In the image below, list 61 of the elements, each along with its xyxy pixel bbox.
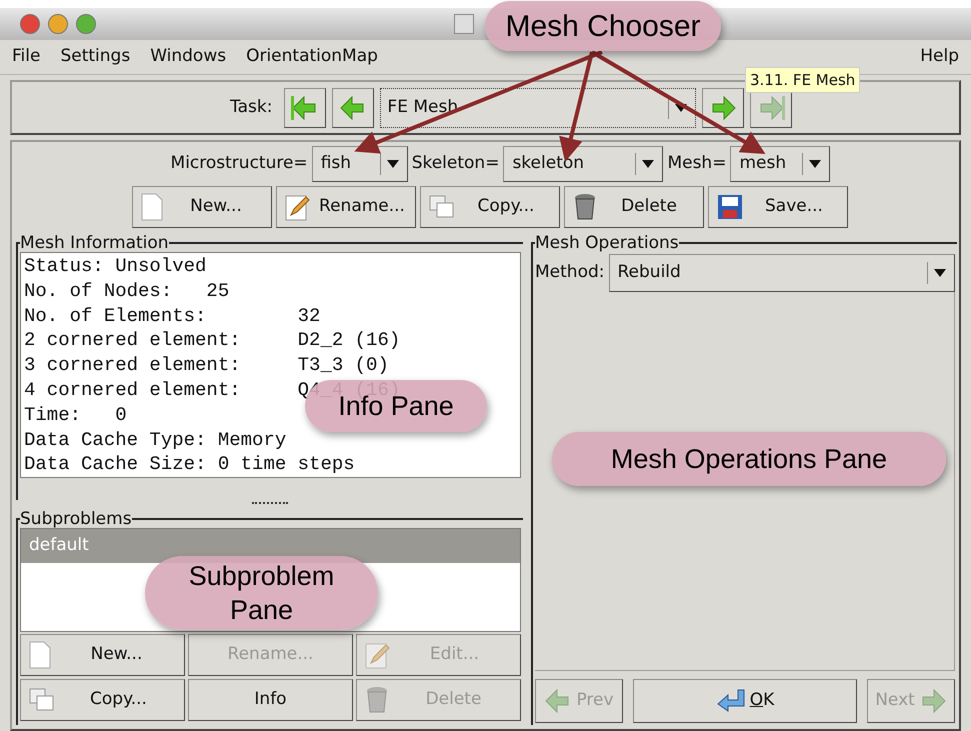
menu-item[interactable]: Settings: [60, 44, 130, 70]
method-dropdown[interactable]: Rebuild: [608, 254, 955, 292]
tooltip: 3.11. FE Mesh: [745, 67, 860, 93]
dropdown-caret-icon: [927, 262, 946, 284]
dropdown-caret-icon: [380, 153, 399, 175]
info-line: 3 cornered element: T3_3 (0): [24, 353, 389, 378]
callout-label: Mesh Chooser: [485, 1, 721, 51]
maximize-button[interactable]: [76, 14, 96, 34]
trash-icon: [573, 193, 597, 221]
trash-icon: [365, 686, 389, 714]
return-arrow-icon: [716, 688, 746, 714]
page-icon: [29, 641, 51, 669]
mesh-action-button[interactable]: Delete: [564, 186, 704, 228]
mesh-action-button[interactable]: Save...: [708, 186, 848, 228]
task-dropdown[interactable]: FE Mesh: [380, 88, 696, 128]
task-nav-button[interactable]: [702, 88, 744, 128]
frame-title: Mesh Information: [20, 234, 169, 252]
chooser-label: Skeleton=: [412, 152, 500, 176]
info-line: Data Cache Type: Memory: [24, 428, 286, 452]
task-label: Task:: [230, 96, 272, 119]
subproblem-button[interactable]: New...: [20, 634, 185, 676]
mesh-action-button[interactable]: Rename...: [276, 186, 416, 228]
menu-item[interactable]: OrientationMap: [246, 44, 378, 70]
method-label: Method:: [535, 261, 604, 284]
copy-icon: [429, 195, 455, 219]
dropdown-caret-icon: [802, 153, 822, 175]
chooser-dropdown[interactable]: fish: [312, 146, 408, 182]
subproblem-button[interactable]: Copy...: [20, 679, 185, 721]
info-line: Time: 0: [24, 402, 127, 428]
menu-item[interactable]: Windows: [150, 44, 226, 70]
chooser-dropdown[interactable]: mesh: [730, 146, 830, 182]
task-nav-button[interactable]: [332, 88, 374, 128]
subproblem-button[interactable]: Info: [188, 679, 353, 721]
mesh-action-button[interactable]: Copy...: [420, 186, 560, 228]
window-icon: [454, 14, 474, 34]
mesh-action-button[interactable]: New...: [132, 186, 272, 228]
wizard-button[interactable]: OK: [633, 679, 857, 723]
menu-item[interactable]: File: [12, 44, 40, 70]
frame-title: Subproblems: [20, 510, 132, 528]
callout-label: Subproblem Pane: [145, 556, 378, 630]
frame-title: Mesh Operations: [535, 234, 679, 252]
callout-label: Mesh Operations Pane: [552, 432, 946, 486]
task-nav-button[interactable]: [284, 88, 326, 128]
dropdown-caret-icon: [668, 96, 688, 118]
chooser-label: Mesh=: [667, 152, 726, 176]
chooser-dropdown[interactable]: skeleton: [503, 146, 664, 182]
pencil-icon: [285, 193, 311, 221]
floppy-icon: [717, 194, 743, 220]
page-icon: [141, 193, 163, 221]
chooser-label: Microstructure=: [170, 152, 308, 176]
pencil-icon: [365, 641, 391, 669]
info-line: Data Cache Size: 0 time steps: [24, 452, 355, 478]
copy-icon: [29, 688, 55, 712]
info-line: Status: Unsolved: [24, 254, 206, 279]
info-line: 2 cornered element: D2_2 (16): [24, 328, 400, 354]
help-menu[interactable]: Help: [920, 44, 959, 70]
dropdown-caret-icon: [635, 153, 654, 175]
info-line: No. of Elements: 32: [24, 304, 320, 328]
close-button[interactable]: [20, 14, 40, 34]
info-line: No. of Nodes: 25: [24, 278, 230, 304]
minimize-button[interactable]: [48, 14, 68, 34]
